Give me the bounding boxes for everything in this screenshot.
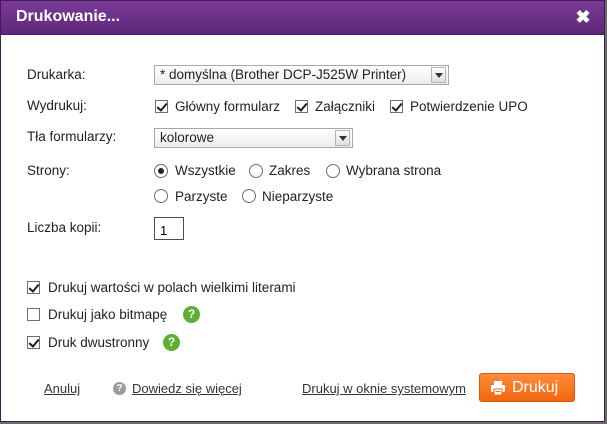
help-icon[interactable]: ? bbox=[183, 306, 200, 323]
pages-label: Strony: bbox=[27, 163, 70, 178]
radio-all-pages[interactable] bbox=[154, 164, 168, 178]
radio-odd-pages[interactable] bbox=[242, 189, 256, 203]
system-print-link[interactable]: Drukuj w oknie systemowym bbox=[302, 381, 466, 396]
copies-input[interactable] bbox=[154, 217, 184, 240]
checkbox-bitmap[interactable] bbox=[27, 308, 40, 321]
learn-more-link[interactable]: Dowiedz się więcej bbox=[132, 381, 242, 396]
checkbox-upo[interactable] bbox=[390, 100, 403, 113]
background-select-value: kolorowe bbox=[160, 130, 215, 145]
print-dialog: Drukowanie... ✖ Drukarka: * domyślna (Br… bbox=[0, 0, 605, 422]
checkbox-main-form-label: Główny formularz bbox=[175, 99, 281, 114]
print-items-label: Wydrukuj: bbox=[27, 98, 87, 113]
question-icon: ? bbox=[113, 382, 126, 395]
checkbox-bitmap-label: Drukuj jako bitmapę bbox=[48, 307, 168, 322]
checkbox-uppercase-label: Drukuj wartości w polach wielkimi litera… bbox=[48, 280, 296, 295]
radio-selected-page-label: Wybrana strona bbox=[346, 163, 442, 178]
help-icon[interactable]: ? bbox=[163, 334, 180, 351]
radio-even-pages[interactable] bbox=[154, 189, 168, 203]
dialog-title: Drukowanie... bbox=[16, 8, 121, 25]
print-button-label: Drukuj bbox=[512, 379, 559, 396]
radio-all-pages-label: Wszystkie bbox=[175, 163, 236, 178]
cancel-link[interactable]: Anuluj bbox=[44, 381, 80, 396]
chevron-down-icon bbox=[335, 130, 350, 146]
checkbox-attachments-label: Załączniki bbox=[315, 99, 376, 114]
printer-select-value: * domyślna (Brother DCP-J525W Printer) bbox=[160, 67, 407, 82]
radio-range[interactable] bbox=[249, 164, 263, 178]
printer-label: Drukarka: bbox=[27, 67, 86, 82]
copies-label: Liczba kopii: bbox=[27, 220, 102, 235]
printer-icon bbox=[491, 381, 505, 396]
background-label: Tła formularzy: bbox=[27, 129, 117, 144]
chevron-down-icon bbox=[431, 67, 446, 83]
dialog-titlebar[interactable]: Drukowanie... ✖ bbox=[1, 1, 604, 35]
checkbox-upo-label: Potwierdzenie UPO bbox=[410, 99, 528, 114]
print-button[interactable]: Drukuj bbox=[479, 373, 575, 402]
printer-select[interactable]: * domyślna (Brother DCP-J525W Printer) bbox=[154, 65, 449, 85]
radio-even-pages-label: Parzyste bbox=[175, 189, 228, 204]
radio-range-label: Zakres bbox=[269, 163, 311, 178]
checkbox-duplex-label: Druk dwustronny bbox=[48, 335, 150, 350]
radio-selected-page[interactable] bbox=[326, 164, 340, 178]
checkbox-uppercase[interactable] bbox=[27, 281, 40, 294]
background-select[interactable]: kolorowe bbox=[154, 128, 353, 148]
radio-odd-pages-label: Nieparzyste bbox=[262, 189, 334, 204]
checkbox-main-form[interactable] bbox=[155, 100, 168, 113]
dialog-body: Drukarka: * domyślna (Brother DCP-J525W … bbox=[5, 35, 600, 417]
checkbox-duplex[interactable] bbox=[27, 336, 40, 349]
checkbox-attachments[interactable] bbox=[295, 100, 308, 113]
close-icon[interactable]: ✖ bbox=[573, 7, 593, 27]
